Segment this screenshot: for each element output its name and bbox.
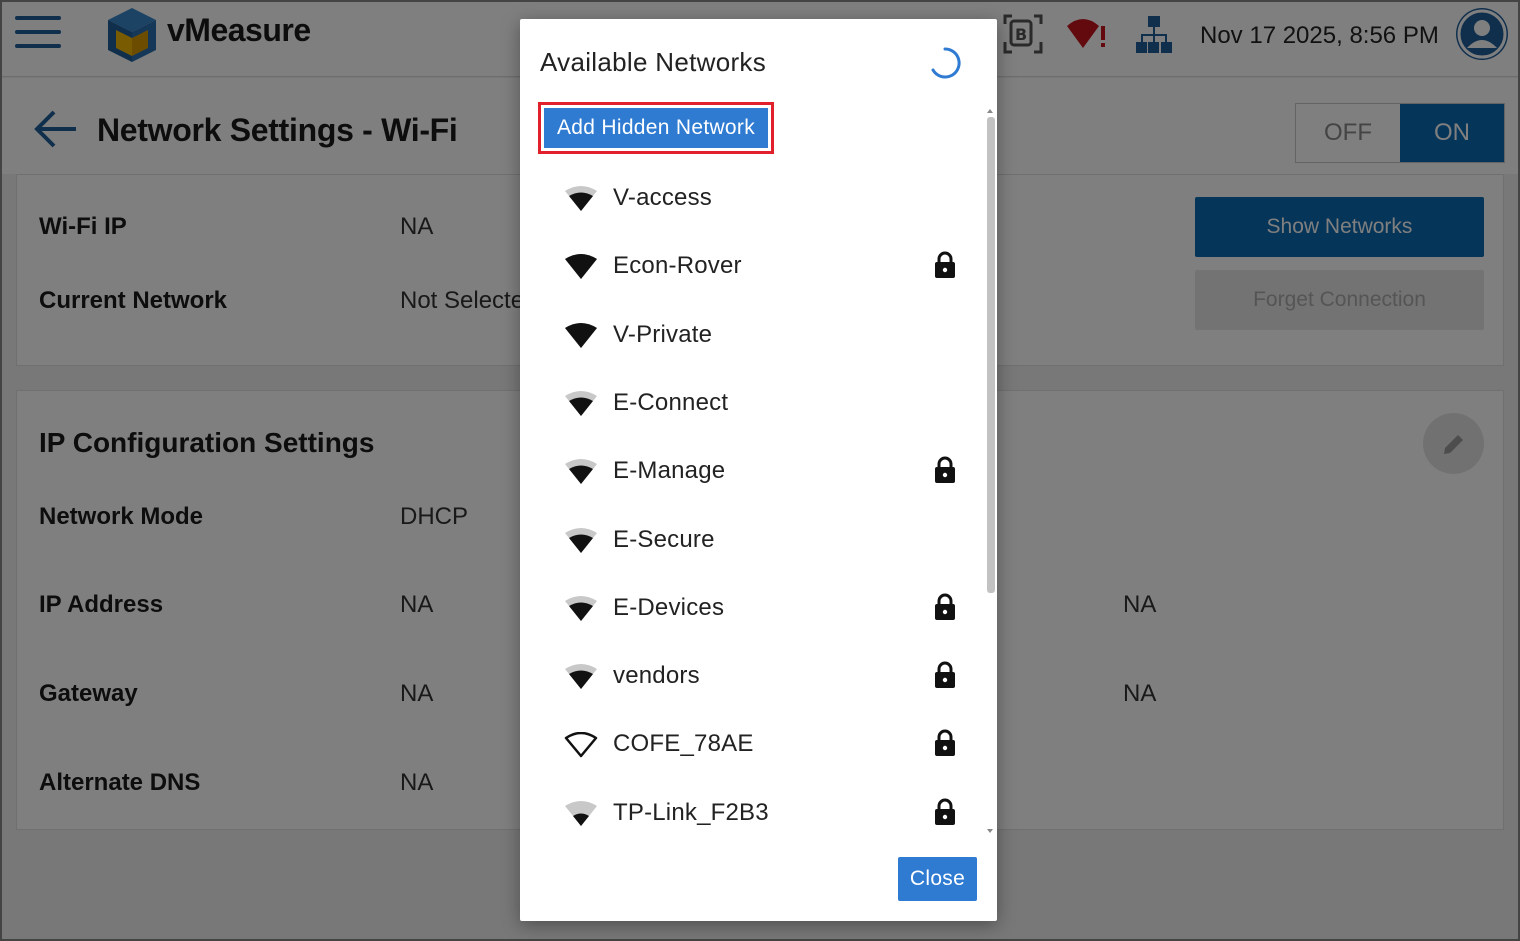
network-list-item[interactable]: E-Connect — [540, 369, 980, 437]
wifi-signal-icon — [565, 800, 597, 826]
network-list-item[interactable]: TP-Link_F2B3 — [540, 779, 980, 844]
network-name: vendors — [613, 662, 700, 690]
network-list: V-access Econ-Rover V-Private E-Connect E-Ma… — [540, 164, 980, 844]
network-name: E-Secure — [613, 525, 715, 553]
scroll-thumb[interactable] — [987, 117, 995, 593]
scroll-down-arrow[interactable] — [987, 829, 993, 833]
wifi-signal-icon — [565, 459, 597, 485]
lock-icon — [935, 729, 955, 757]
lock-icon — [935, 593, 955, 620]
network-list-item[interactable]: V-access — [540, 164, 980, 232]
network-name: COFE_78AE — [613, 730, 754, 758]
network-name: E-Devices — [613, 593, 725, 621]
dialog-title: Available Networks — [540, 47, 767, 77]
add-hidden-network-highlight: Add Hidden Network — [538, 102, 774, 154]
network-list-item[interactable]: V-Private — [540, 301, 980, 369]
network-name: E-Manage — [613, 457, 726, 485]
network-name: Econ-Rover — [613, 252, 742, 280]
network-name: V-Private — [613, 320, 713, 348]
network-name: TP-Link_F2B3 — [613, 798, 769, 826]
add-hidden-network-button[interactable]: Add Hidden Network — [544, 108, 768, 148]
wifi-signal-icon — [565, 664, 597, 690]
wifi-signal-icon — [565, 186, 597, 211]
lock-icon — [935, 661, 955, 689]
network-list-item[interactable]: E-Manage — [540, 437, 980, 505]
wifi-signal-icon — [565, 322, 597, 348]
network-name: E-Connect — [613, 388, 729, 416]
wifi-signal-icon — [565, 390, 597, 416]
network-list-item[interactable]: vendors — [540, 642, 980, 710]
wifi-signal-icon — [565, 595, 597, 621]
wifi-signal-icon — [564, 732, 598, 758]
lock-icon — [935, 251, 955, 279]
loading-spinner-icon — [931, 47, 961, 79]
network-list-scrollbar[interactable] — [985, 107, 997, 837]
network-list-item[interactable]: E-Devices — [540, 574, 980, 642]
wifi-signal-icon — [565, 527, 597, 553]
lock-icon — [935, 456, 955, 484]
network-list-item[interactable]: COFE_78AE — [540, 710, 980, 778]
network-list-item[interactable]: Econ-Rover — [540, 232, 980, 300]
lock-icon — [935, 798, 955, 825]
close-button[interactable]: Close — [898, 857, 977, 901]
network-name: V-access — [613, 184, 712, 211]
available-networks-dialog: Available Networks Add Hidden Network V-… — [520, 19, 997, 921]
wifi-signal-icon — [565, 254, 597, 280]
network-list-item[interactable]: E-Secure — [540, 506, 980, 574]
scroll-up-arrow[interactable] — [987, 109, 993, 113]
